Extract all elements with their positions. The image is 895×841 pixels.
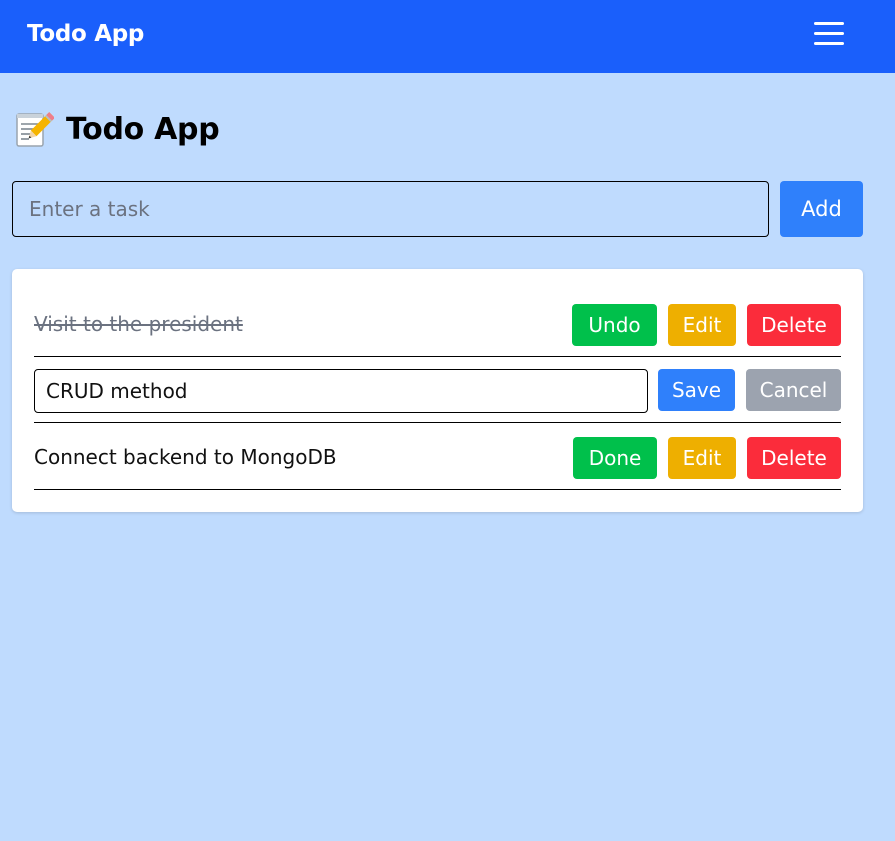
edit-button[interactable]: Edit bbox=[668, 437, 736, 479]
todo-text: Connect backend to MongoDB bbox=[34, 445, 337, 469]
delete-button[interactable]: Delete bbox=[747, 437, 841, 479]
todo-list-card: Visit to the president Undo Edit Delete … bbox=[12, 269, 863, 512]
edit-todo-input[interactable] bbox=[34, 369, 648, 413]
todo-text: Visit to the president bbox=[34, 312, 243, 336]
page-title: Todo App bbox=[66, 111, 220, 147]
done-button[interactable]: Done bbox=[573, 437, 657, 479]
menu-bar-line bbox=[814, 22, 844, 25]
todo-item: Connect backend to MongoDB Done Edit Del… bbox=[34, 424, 841, 490]
navbar-brand[interactable]: Todo App bbox=[27, 20, 144, 48]
cancel-button[interactable]: Cancel bbox=[746, 369, 841, 411]
edit-button[interactable]: Edit bbox=[668, 304, 736, 346]
undo-button[interactable]: Undo bbox=[572, 304, 657, 346]
add-task-button[interactable]: Add bbox=[780, 181, 863, 237]
todo-item-editing: Save Cancel bbox=[34, 357, 841, 423]
delete-button[interactable]: Delete bbox=[747, 304, 841, 346]
page-heading: Todo App bbox=[14, 108, 220, 150]
save-button[interactable]: Save bbox=[658, 369, 735, 411]
hamburger-menu-icon[interactable] bbox=[814, 22, 844, 46]
memo-icon bbox=[16, 112, 54, 147]
new-task-input[interactable] bbox=[12, 181, 769, 237]
menu-bar-line bbox=[814, 42, 844, 45]
menu-bar-line bbox=[814, 32, 844, 35]
top-navbar: Todo App bbox=[0, 0, 895, 73]
todo-item: Visit to the president Undo Edit Delete bbox=[34, 291, 841, 357]
